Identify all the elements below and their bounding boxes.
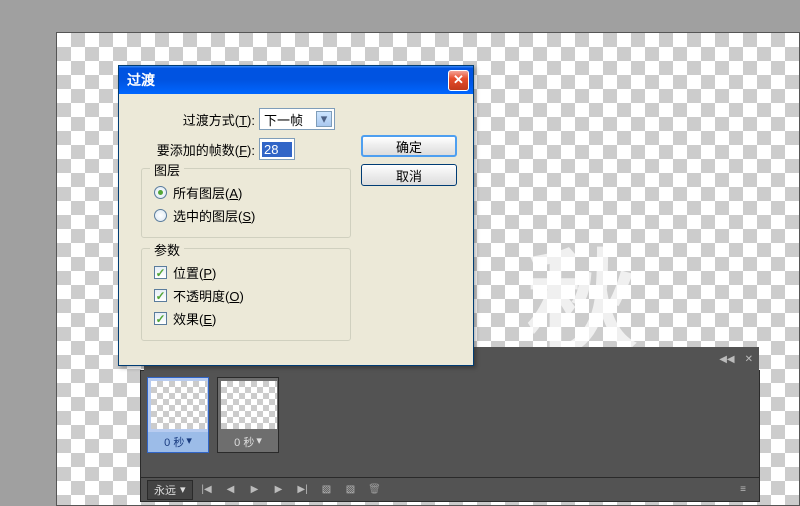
transition-method-label: 过渡方式(T): (131, 110, 259, 129)
check-icon: ✓ (154, 266, 167, 279)
position-checkbox[interactable]: ✓ 位置(P) (154, 263, 338, 282)
frames-to-add-input[interactable]: 28 (259, 138, 295, 160)
titlebar: 过渡 ✕ (119, 66, 473, 94)
layers-group: 图层 所有图层(A) 选中的图层(S) (141, 168, 351, 238)
transition-method-row: 过渡方式(T): 下一帧 ▾ (131, 108, 461, 130)
params-group: 参数 ✓ 位置(P) ✓ 不透明度(O) ✓ 效果(E) (141, 248, 351, 341)
trash-button[interactable]: 🗑 (365, 481, 385, 499)
playbar: 永远▾ |◀ ◀ ▶ ▶ ▶| ▧ ▧ 🗑 ≡ (141, 477, 759, 501)
close-button[interactable]: ✕ (448, 70, 469, 91)
check-icon: ✓ (154, 312, 167, 325)
transition-method-value: 下一帧 (264, 110, 316, 129)
effects-label: 效果(E) (173, 309, 216, 328)
frame-2[interactable]: 0 秒▾ (217, 377, 279, 453)
duplicate-button[interactable]: ▧ (341, 481, 361, 499)
selected-layer-radio[interactable]: 选中的图层(S) (154, 206, 338, 225)
prev-frame-button[interactable]: ◀ (221, 481, 241, 499)
ok-button[interactable]: 确定 (361, 135, 457, 157)
cancel-button[interactable]: 取消 (361, 164, 457, 186)
transition-method-select[interactable]: 下一帧 ▾ (259, 108, 335, 130)
params-group-title: 参数 (150, 240, 184, 259)
frames-value: 28 (262, 142, 292, 157)
collapse-icon[interactable]: ◀◀ (717, 352, 736, 367)
next-frame-button[interactable]: ▶ (269, 481, 289, 499)
last-frame-button[interactable]: ▶| (293, 481, 313, 499)
frame-1-time[interactable]: 0 秒▾ (148, 432, 208, 452)
check-icon: ✓ (154, 289, 167, 302)
tween-button[interactable]: ▧ (317, 481, 337, 499)
position-label: 位置(P) (173, 263, 216, 282)
play-button[interactable]: ▶ (245, 481, 265, 499)
layers-group-title: 图层 (150, 160, 184, 179)
dialog-title: 过渡 (127, 70, 448, 90)
frames-strip: 0 秒▾ 0 秒▾ (141, 371, 759, 453)
opacity-checkbox[interactable]: ✓ 不透明度(O) (154, 286, 338, 305)
frames-to-add-label: 要添加的帧数(F): (131, 140, 259, 159)
radio-icon (154, 186, 167, 199)
panel-close-icon[interactable]: ✕ (743, 352, 755, 367)
panel-menu-icon[interactable]: ≡ (733, 481, 753, 499)
loop-select[interactable]: 永远▾ (147, 480, 193, 500)
opacity-label: 不透明度(O) (173, 286, 244, 305)
radio-icon (154, 209, 167, 222)
frame-2-thumb (221, 381, 277, 429)
tween-dialog: 过渡 ✕ 过渡方式(T): 下一帧 ▾ 要添加的帧数(F): 28 确定 取消 … (118, 65, 474, 366)
animation-panel: ◀◀ ✕ 0 秒▾ 0 秒▾ 永远▾ |◀ ◀ ▶ ▶ ▶| ▧ ▧ 🗑 ≡ (140, 370, 760, 502)
frame-1-thumb (151, 381, 207, 429)
first-frame-button[interactable]: |◀ (197, 481, 217, 499)
effects-checkbox[interactable]: ✓ 效果(E) (154, 309, 338, 328)
all-layers-label: 所有图层(A) (173, 183, 242, 202)
frame-2-time[interactable]: 0 秒▾ (218, 432, 278, 452)
chevron-down-icon: ▾ (316, 111, 332, 127)
frame-1[interactable]: 0 秒▾ (147, 377, 209, 453)
selected-layer-label: 选中的图层(S) (173, 206, 255, 225)
dialog-body: 过渡方式(T): 下一帧 ▾ 要添加的帧数(F): 28 确定 取消 图层 所有… (119, 94, 473, 365)
all-layers-radio[interactable]: 所有图层(A) (154, 183, 338, 202)
